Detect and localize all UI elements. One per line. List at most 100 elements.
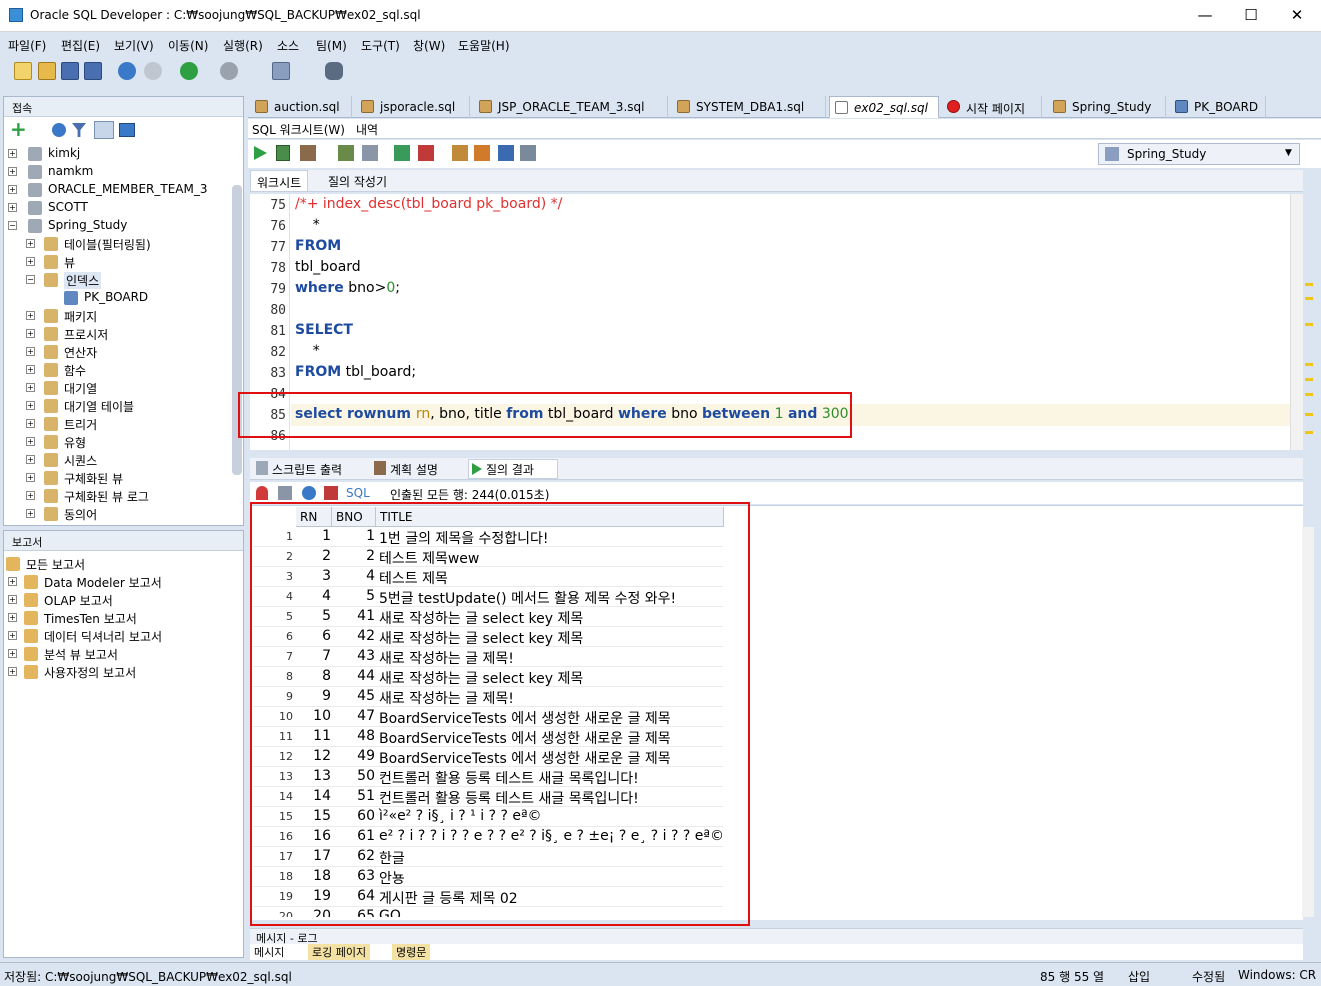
tab-explain-plan[interactable]: 계획 설명 <box>390 461 438 478</box>
code-line-83: FROM tbl_board; <box>295 364 417 380</box>
database-icon <box>28 165 42 179</box>
folder-icon <box>44 381 58 395</box>
refresh-icon[interactable] <box>302 486 316 500</box>
folder-icon <box>44 273 58 287</box>
window-title: Oracle SQL Developer : C:₩soojung₩SQL_BA… <box>30 8 421 22</box>
run-statement-icon[interactable] <box>254 146 267 160</box>
menu-navigate[interactable]: 이동(N) <box>168 37 208 54</box>
save-all-icon[interactable] <box>84 62 102 80</box>
document-tabs: auction.sql jsporacle.sql JSP_ORACLE_TEA… <box>248 96 1321 118</box>
undo-icon[interactable] <box>118 62 136 80</box>
status-path: 저장됨: C:₩soojung₩SQL_BACKUP₩ex02_sql.sql <box>4 970 292 984</box>
folder-icon <box>24 611 38 625</box>
reports-panel: 보고서 모든 보고서 + Data Modeler 보고서 + OLAP 보고서 +… <box>3 530 244 958</box>
tab-logging-page[interactable]: 로깅 페이지 <box>308 944 371 960</box>
tab-jsp-oracle-team[interactable]: JSP_ORACLE_TEAM_3.sql <box>474 96 668 118</box>
sql-file-icon <box>361 100 374 113</box>
sql-tuning-icon[interactable] <box>362 145 378 161</box>
tab-pk-board[interactable]: PK_BOARD <box>1170 96 1266 118</box>
tab-auction[interactable]: auction.sql <box>250 96 352 118</box>
binoculars-icon[interactable] <box>325 62 343 80</box>
explain-plan-icon <box>374 461 386 475</box>
db-connect-icon[interactable] <box>272 62 290 80</box>
tab-statements[interactable]: 명령문 <box>392 944 431 960</box>
tab-system-dba[interactable]: SYSTEM_DBA1.sql <box>672 96 826 118</box>
save-icon[interactable] <box>61 62 79 80</box>
folder-icon <box>44 471 58 485</box>
folder-icon <box>44 237 58 251</box>
main-toolbar <box>0 56 1321 90</box>
menu-view[interactable]: 보기(V) <box>114 37 154 54</box>
sql-file-icon <box>1053 100 1066 113</box>
code-line-81: SELECT <box>295 322 353 338</box>
format-icon[interactable] <box>520 145 536 161</box>
highlight-box-results <box>250 502 750 926</box>
menu-edit[interactable]: 편집(E) <box>61 37 100 54</box>
editor-scrollbar[interactable] <box>1290 194 1303 450</box>
index-icon <box>64 291 78 305</box>
cancel-icon[interactable] <box>324 486 338 500</box>
warning-marker <box>1305 413 1313 416</box>
commit-icon[interactable] <box>394 145 410 161</box>
pin-icon[interactable] <box>256 486 268 500</box>
message-log-tabs: 메시지 로깅 페이지 명령문 <box>250 944 1303 960</box>
worksheet-inner-tabs: 워크시트 질의 작성기 <box>250 170 1303 192</box>
add-connection-icon[interactable]: + <box>10 119 28 139</box>
tab-query-result[interactable]: 질의 결과 <box>486 461 534 478</box>
folder-icon <box>44 309 58 323</box>
database-icon <box>28 147 42 161</box>
forward-icon[interactable] <box>220 62 238 80</box>
menu-file[interactable]: 파일(F) <box>8 37 46 54</box>
folder-icon <box>6 557 20 571</box>
menu-help[interactable]: 도움말(H) <box>458 37 510 54</box>
unshared-sql-icon[interactable] <box>452 145 468 161</box>
tab-messages[interactable]: 메시지 <box>254 944 284 960</box>
menu-run[interactable]: 실행(R) <box>223 37 263 54</box>
warning-marker <box>1305 431 1313 434</box>
history-icon[interactable] <box>498 145 514 161</box>
tab-jsporacle[interactable]: jsporacle.sql <box>356 96 470 118</box>
menu-tools[interactable]: 도구(T) <box>361 37 400 54</box>
back-icon[interactable] <box>180 62 198 80</box>
tab-ex02-sql[interactable]: ex02_sql.sql <box>829 96 939 118</box>
refresh-icon[interactable] <box>52 123 66 137</box>
connection-select[interactable]: Spring_Study ▼ <box>1098 143 1300 165</box>
folder-icon <box>44 417 58 431</box>
print-icon[interactable] <box>278 486 292 500</box>
redo-icon[interactable] <box>144 62 162 80</box>
run-script-icon[interactable] <box>276 145 290 161</box>
autotrace-icon[interactable] <box>300 145 316 161</box>
tab-script-output[interactable]: 스크립트 출력 <box>272 461 342 478</box>
folder-icon <box>44 507 58 521</box>
results-scrollbar[interactable] <box>1302 527 1314 917</box>
schema-browser-icon[interactable] <box>94 121 114 139</box>
menu-window[interactable]: 창(W) <box>413 37 445 54</box>
rollback-icon[interactable] <box>418 145 434 161</box>
new-file-icon[interactable] <box>14 62 32 80</box>
unshared-worksheet-icon[interactable] <box>119 123 135 137</box>
worksheet-subtabs: SQL 워크시트(W) 내역 <box>248 119 1321 139</box>
close-button[interactable]: ✕ <box>1274 0 1320 31</box>
tab-start-page[interactable]: 시작 페이지 <box>942 96 1042 118</box>
open-folder-icon[interactable] <box>38 62 56 80</box>
database-icon <box>28 219 42 233</box>
menu-team[interactable]: 팀(M) <box>316 37 347 54</box>
sql-file-icon <box>835 101 848 114</box>
tab-spring-study[interactable]: Spring_Study <box>1048 96 1166 118</box>
minimize-button[interactable]: — <box>1182 0 1228 31</box>
explain-plan-icon[interactable] <box>338 145 354 161</box>
folder-icon <box>24 665 38 679</box>
run-icon <box>472 463 482 475</box>
maximize-button[interactable]: ☐ <box>1228 0 1274 31</box>
tab-query-builder[interactable]: 질의 작성기 <box>328 173 387 190</box>
database-icon <box>28 183 42 197</box>
subtab-history[interactable]: 내역 <box>356 121 378 138</box>
filter-icon[interactable] <box>72 123 86 137</box>
oracle-icon <box>947 100 960 113</box>
worksheet-toolbar: Spring_Study ▼ <box>248 140 1321 168</box>
clear-icon[interactable] <box>474 145 490 161</box>
menu-source[interactable]: 소스 <box>277 37 299 54</box>
tab-worksheet[interactable]: 워크시트 <box>250 170 309 192</box>
subtab-sql-worksheet[interactable]: SQL 워크시트(W) <box>252 121 345 138</box>
sql-link[interactable]: SQL <box>346 486 370 500</box>
